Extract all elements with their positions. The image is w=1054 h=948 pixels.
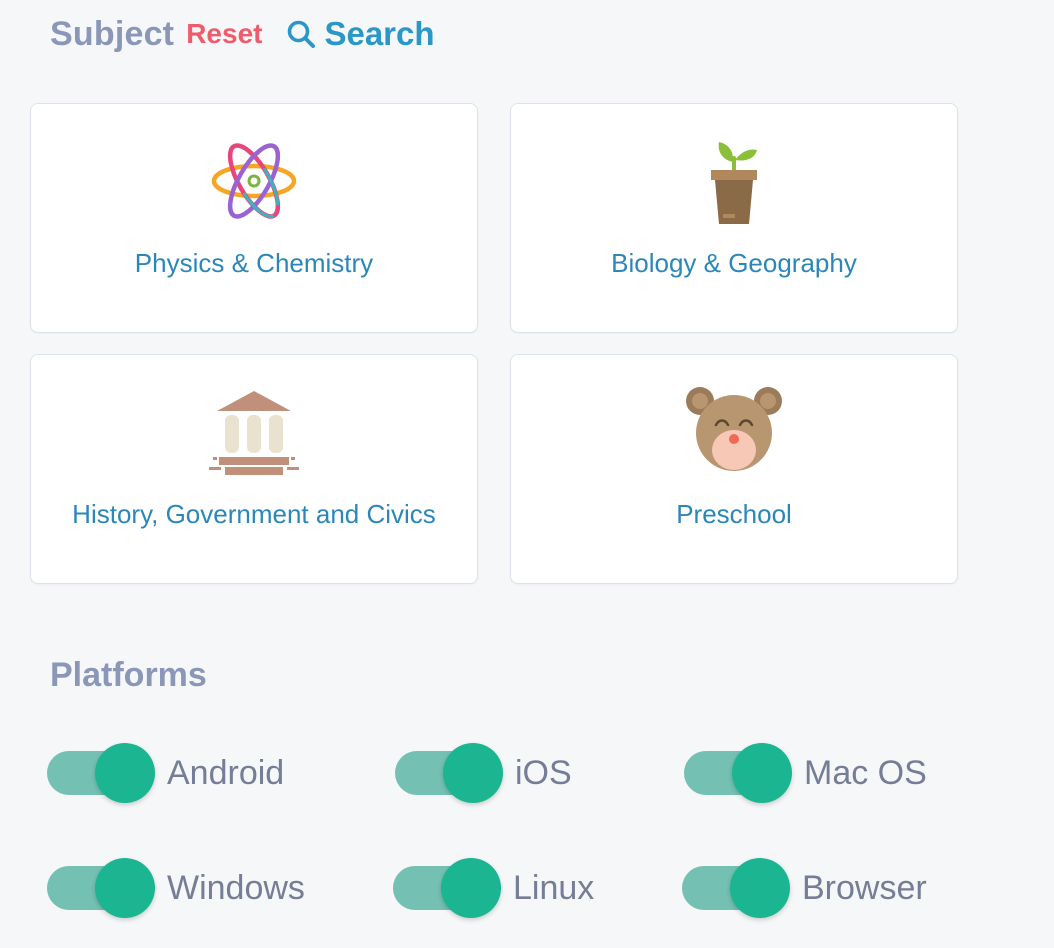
atom-icon: [211, 143, 297, 219]
toggle-switch[interactable]: [47, 743, 155, 803]
platform-label: iOS: [515, 753, 572, 792]
bear-icon: [686, 387, 782, 471]
platform-label: Linux: [513, 868, 595, 907]
subject-card-biology-geography[interactable]: Biology & Geography: [510, 103, 958, 333]
museum-icon: [209, 391, 299, 475]
toggle-switch[interactable]: [393, 858, 501, 918]
platform-label: Android: [167, 753, 285, 792]
toggle-switch[interactable]: [47, 858, 155, 918]
platform-toggle-macos[interactable]: Mac OS: [684, 743, 927, 803]
subject-card-physics-chemistry[interactable]: Physics & Chemistry: [30, 103, 478, 333]
platform-label: Windows: [167, 868, 305, 907]
subject-card-history-government-civics[interactable]: History, Government and Civics: [30, 354, 478, 584]
toggle-switch[interactable]: [395, 743, 503, 803]
search-button[interactable]: Search: [286, 15, 435, 53]
subject-card-label: Biology & Geography: [611, 248, 857, 278]
subject-card-label: History, Government and Civics: [72, 499, 436, 529]
platform-label: Browser: [802, 868, 927, 907]
subject-card-label: Physics & Chemistry: [134, 248, 374, 278]
toggle-switch[interactable]: [684, 743, 792, 803]
toggle-switch[interactable]: [682, 858, 790, 918]
platforms-title: Platforms: [50, 656, 207, 694]
platform-toggle-browser[interactable]: Browser: [682, 858, 927, 918]
reset-button[interactable]: Reset: [186, 18, 262, 50]
subject-card-preschool[interactable]: Preschool: [510, 354, 958, 584]
platform-toggle-windows[interactable]: Windows: [47, 858, 305, 918]
platform-toggle-ios[interactable]: iOS: [395, 743, 572, 803]
subject-title: Subject: [50, 14, 175, 53]
search-label: Search: [324, 15, 435, 52]
subject-header: Subject Reset Search: [50, 12, 435, 56]
subject-card-label: Preschool: [676, 499, 792, 529]
platform-toggle-linux[interactable]: Linux: [393, 858, 594, 918]
search-icon: [288, 20, 316, 48]
platform-toggle-android[interactable]: Android: [47, 743, 284, 803]
platform-label: Mac OS: [804, 753, 927, 792]
plant-pot-icon: [711, 142, 757, 224]
